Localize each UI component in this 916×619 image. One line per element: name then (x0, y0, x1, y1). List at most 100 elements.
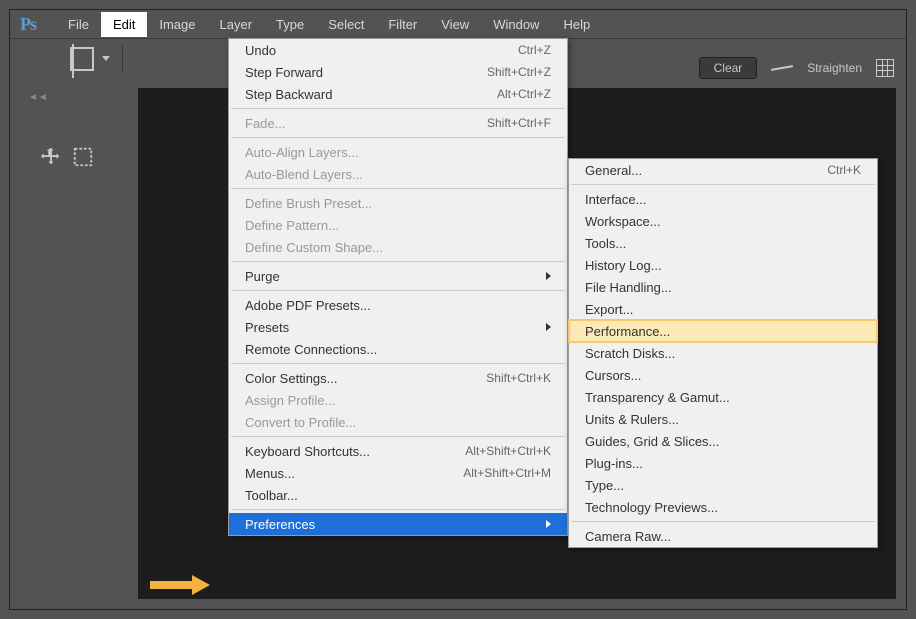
menu-help[interactable]: Help (551, 12, 602, 37)
menu-item-label: Workspace... (585, 214, 661, 229)
prefs-item-plug-ins[interactable]: Plug-ins... (569, 452, 877, 474)
menu-view[interactable]: View (429, 12, 481, 37)
straighten-icon[interactable] (771, 61, 793, 75)
menu-item-label: General... (585, 163, 642, 178)
menu-separator (231, 436, 565, 437)
menu-separator (231, 137, 565, 138)
edit-item-step-backward[interactable]: Step Backward Alt+Ctrl+Z (229, 83, 567, 105)
menu-item-label: Performance... (585, 324, 670, 339)
menu-window[interactable]: Window (481, 12, 551, 37)
menu-item-label: Cursors... (585, 368, 641, 383)
menu-separator (231, 290, 565, 291)
prefs-item-file-handling[interactable]: File Handling... (569, 276, 877, 298)
menu-item-label: History Log... (585, 258, 662, 273)
edit-item-auto-align-layers: Auto-Align Layers... (229, 141, 567, 163)
menu-item-label: Define Brush Preset... (245, 196, 372, 211)
move-tool-icon[interactable] (40, 146, 62, 168)
menu-item-label: Step Forward (245, 65, 323, 80)
crop-tool-icon[interactable] (70, 47, 94, 71)
edit-item-toolbar[interactable]: Toolbar... (229, 484, 567, 506)
menu-filter[interactable]: Filter (376, 12, 429, 37)
menu-item-label: Units & Rulers... (585, 412, 679, 427)
prefs-item-technology-previews[interactable]: Technology Previews... (569, 496, 877, 518)
menu-separator (231, 363, 565, 364)
straighten-label: Straighten (807, 61, 862, 75)
menu-separator (571, 184, 875, 185)
menu-item-shortcut: Shift+Ctrl+F (487, 116, 551, 130)
edit-item-menus[interactable]: Menus...Alt+Shift+Ctrl+M (229, 462, 567, 484)
menubar: Ps File Edit Image Layer Type Select Fil… (10, 10, 906, 38)
submenu-arrow-icon (546, 323, 551, 331)
menu-item-label: Toolbar... (245, 488, 298, 503)
menu-item-shortcut: Alt+Shift+Ctrl+K (465, 444, 551, 458)
menu-item-label: Color Settings... (245, 371, 338, 386)
edit-item-define-pattern: Define Pattern... (229, 214, 567, 236)
menu-item-shortcut: Alt+Ctrl+Z (497, 87, 551, 101)
menu-item-label: Step Backward (245, 87, 332, 102)
tool-preset-dropdown[interactable] (102, 56, 110, 61)
edit-item-keyboard-shortcuts[interactable]: Keyboard Shortcuts...Alt+Shift+Ctrl+K (229, 440, 567, 462)
menu-item-label: Type... (585, 478, 624, 493)
clear-button[interactable]: Clear (699, 57, 758, 79)
menu-item-label: Interface... (585, 192, 646, 207)
menu-separator (571, 521, 875, 522)
prefs-item-general[interactable]: General... Ctrl+K (569, 159, 877, 181)
edit-item-color-settings[interactable]: Color Settings... Shift+Ctrl+K (229, 367, 567, 389)
menu-item-label: File Handling... (585, 280, 672, 295)
menu-item-shortcut: Shift+Ctrl+K (486, 371, 551, 385)
edit-item-remote-connections[interactable]: Remote Connections... (229, 338, 567, 360)
edit-item-fade: Fade... Shift+Ctrl+F (229, 112, 567, 134)
prefs-item-cursors[interactable]: Cursors... (569, 364, 877, 386)
edit-item-define-brush-preset: Define Brush Preset... (229, 192, 567, 214)
menu-separator (231, 188, 565, 189)
edit-item-undo[interactable]: UndoCtrl+Z (229, 39, 567, 61)
divider (122, 45, 123, 73)
menu-item-shortcut: Shift+Ctrl+Z (487, 65, 551, 79)
edit-item-step-forward[interactable]: Step Forward Shift+Ctrl+Z (229, 61, 567, 83)
annotation-arrow (150, 576, 210, 594)
menu-item-label: Adobe PDF Presets... (245, 298, 371, 313)
grid-overlay-icon[interactable] (876, 59, 894, 77)
prefs-item-transparency-gamut[interactable]: Transparency & Gamut... (569, 386, 877, 408)
prefs-item-workspace[interactable]: Workspace... (569, 210, 877, 232)
menu-item-shortcut: Ctrl+Z (518, 43, 551, 57)
menu-item-label: Define Pattern... (245, 218, 339, 233)
menu-item-label: Presets (245, 320, 289, 335)
prefs-item-guides-grid-slices[interactable]: Guides, Grid & Slices... (569, 430, 877, 452)
prefs-item-export[interactable]: Export... (569, 298, 877, 320)
marquee-tool-icon[interactable] (72, 146, 94, 168)
prefs-item-performance[interactable]: Performance... (569, 320, 877, 342)
menu-item-label: Transparency & Gamut... (585, 390, 730, 405)
menu-item-label: Export... (585, 302, 633, 317)
prefs-item-camera-raw[interactable]: Camera Raw... (569, 525, 877, 547)
menu-select[interactable]: Select (316, 12, 376, 37)
menu-edit[interactable]: Edit (101, 12, 147, 37)
edit-item-assign-profile: Assign Profile... (229, 389, 567, 411)
prefs-item-type[interactable]: Type... (569, 474, 877, 496)
prefs-item-scratch-disks[interactable]: Scratch Disks... (569, 342, 877, 364)
menu-item-label: Guides, Grid & Slices... (585, 434, 719, 449)
menu-item-label: Assign Profile... (245, 393, 335, 408)
panel-collapse-handle[interactable]: ◄◄ (20, 88, 104, 107)
menu-file[interactable]: File (56, 12, 101, 37)
menu-type[interactable]: Type (264, 12, 316, 37)
prefs-item-units-rulers[interactable]: Units & Rulers... (569, 408, 877, 430)
prefs-item-interface[interactable]: Interface... (569, 188, 877, 210)
submenu-arrow-icon (546, 520, 551, 528)
prefs-item-history-log[interactable]: History Log... (569, 254, 877, 276)
edit-item-purge[interactable]: Purge (229, 265, 567, 287)
edit-item-presets[interactable]: Presets (229, 316, 567, 338)
edit-item-preferences[interactable]: Preferences (229, 513, 567, 535)
menu-separator (231, 108, 565, 109)
menu-item-label: Convert to Profile... (245, 415, 356, 430)
menu-item-shortcut: Ctrl+K (827, 163, 861, 177)
menu-item-label: Camera Raw... (585, 529, 671, 544)
prefs-item-tools[interactable]: Tools... (569, 232, 877, 254)
menu-item-label: Menus... (245, 466, 295, 481)
menu-item-label: Fade... (245, 116, 285, 131)
tools-panel: ◄◄ (20, 88, 104, 168)
menu-image[interactable]: Image (147, 12, 207, 37)
edit-item-adobe-pdf-presets[interactable]: Adobe PDF Presets... (229, 294, 567, 316)
menu-layer[interactable]: Layer (208, 12, 265, 37)
menu-item-label: Purge (245, 269, 280, 284)
